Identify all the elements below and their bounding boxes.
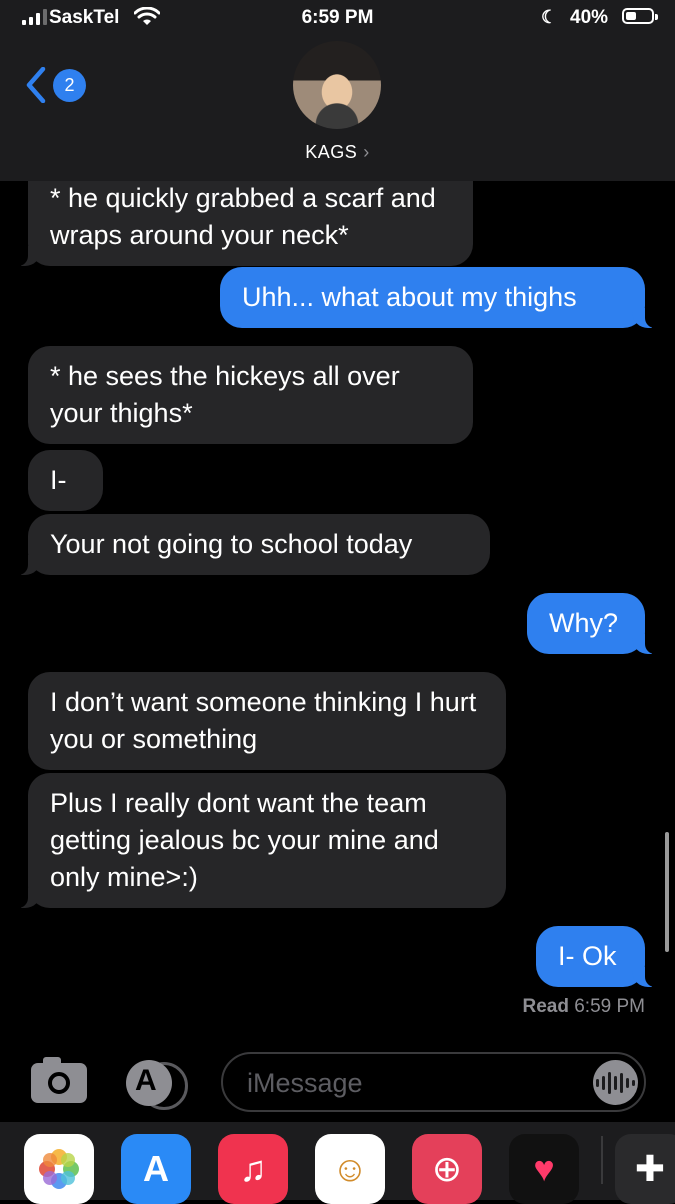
message-incoming[interactable]: Plus I really dont want the team getting… [18,773,506,908]
read-time: 6:59 PM [574,996,645,1017]
do-not-disturb-icon: ☾ [541,7,558,27]
read-receipt: Read 6:59 PM [522,996,645,1018]
unread-count-badge: 2 [53,69,86,102]
battery-icon [622,8,658,24]
message-incoming[interactable]: * he sees the hickeys all over your thig… [28,346,473,444]
contact-name-button[interactable]: KAGS › [0,142,675,163]
chevron-left-icon [26,67,46,103]
status-bar: SaskTel 6:59 PM ☾ 40% [0,0,675,40]
contact-name: KAGS [305,142,358,162]
message-outgoing[interactable]: I- Ok [536,926,655,987]
back-button[interactable]: 2 [26,65,96,109]
message-outgoing[interactable]: Uhh... what about my thighs [220,267,655,328]
message-incoming[interactable]: I- [28,450,103,511]
contact-avatar[interactable] [293,41,381,129]
read-label: Read [522,996,569,1017]
battery-level [626,12,636,20]
conversation-header: SaskTel 6:59 PM ☾ 40% 2 KAGS › [0,0,675,181]
chevron-right-icon: › [363,142,370,162]
message-outgoing[interactable]: Why? [527,593,655,654]
message-incoming[interactable]: I don’t want someone thinking I hurt you… [28,672,506,770]
scroll-indicator[interactable] [665,832,669,952]
message-incoming[interactable]: Your not going to school today [18,514,490,575]
battery-percent: 40% [570,7,609,28]
